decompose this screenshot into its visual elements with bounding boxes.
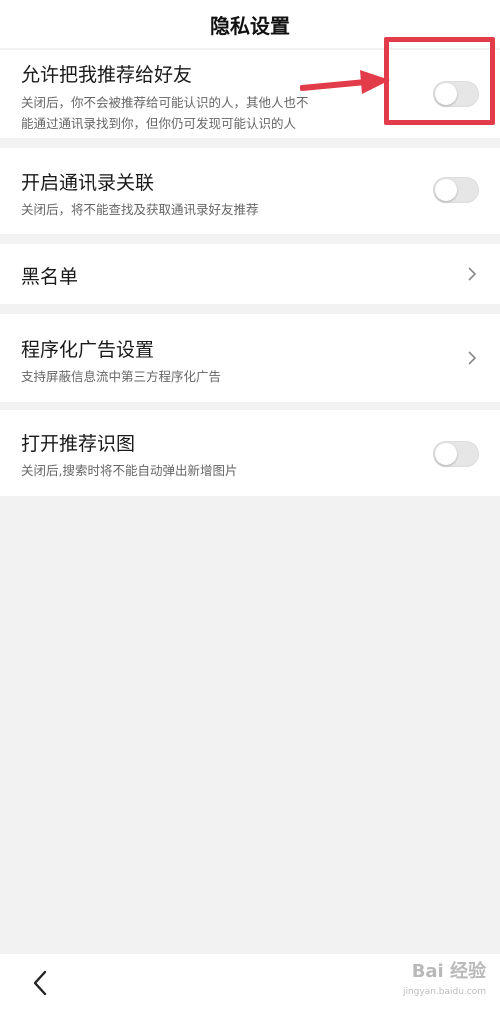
setting-recommend-image-recognition: 打开推荐识图 关闭后,搜索时将不能自动弹出新增图片: [0, 410, 500, 496]
chevron-right-icon: [468, 351, 477, 365]
page-title: 隐私设置: [210, 13, 290, 38]
annotation-highlight-box: [384, 37, 495, 125]
toggle-knob: [435, 443, 457, 465]
contacts-link-toggle[interactable]: [433, 177, 479, 203]
annotation-arrow-icon: [300, 70, 390, 94]
image-recognition-toggle[interactable]: [433, 441, 479, 467]
setting-programmatic-ads[interactable]: 程序化广告设置 支持屏蔽信息流中第三方程序化广告: [0, 314, 500, 402]
watermark: Bai 经验 jingyan.baidu.com: [403, 962, 486, 1002]
setting-description: 关闭后，将不能查找及获取通讯录好友推荐: [21, 202, 259, 217]
setting-description: 能通过通讯录找到你，但你仍可发现可能认识的人: [21, 116, 297, 131]
setting-blacklist[interactable]: 黑名单: [0, 244, 500, 304]
setting-description: 关闭后,搜索时将不能自动弹出新增图片: [21, 463, 238, 478]
setting-title: 程序化广告设置: [21, 339, 155, 361]
watermark-text: Bai 经验: [411, 961, 486, 982]
setting-contacts-link: 开启通讯录关联 关闭后，将不能查找及获取通讯录好友推荐: [0, 148, 500, 234]
setting-title: 允许把我推荐给好友: [21, 64, 193, 86]
setting-title: 黑名单: [21, 266, 79, 288]
setting-title: 开启通讯录关联: [21, 172, 155, 194]
bottom-nav-bar: Bai 经验 jingyan.baidu.com: [0, 954, 500, 1011]
setting-title: 打开推荐识图: [21, 433, 136, 455]
toggle-knob: [435, 179, 457, 201]
watermark-url: jingyan.baidu.com: [402, 987, 486, 997]
setting-description: 支持屏蔽信息流中第三方程序化广告: [21, 369, 222, 384]
back-chevron-icon[interactable]: [30, 968, 50, 998]
chevron-right-icon: [468, 267, 477, 281]
setting-description: 关闭后，你不会被推荐给可能认识的人，其他人也不: [21, 95, 309, 110]
